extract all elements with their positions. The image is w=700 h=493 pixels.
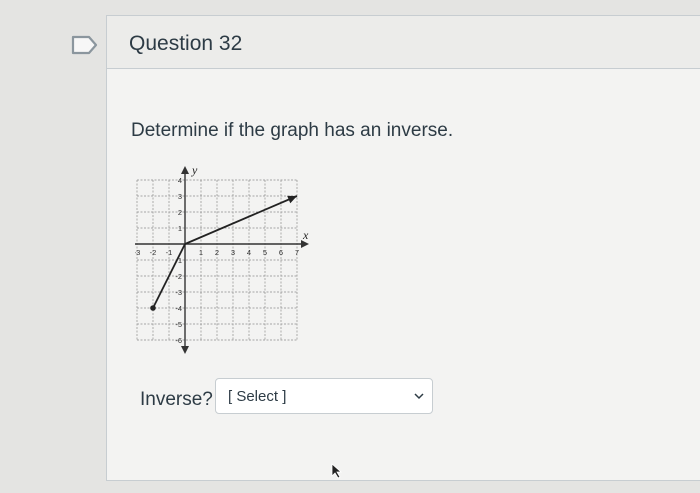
x-tick-label: 7 [295,248,299,257]
chevron-down-icon [414,393,424,400]
question-title: Question 32 [129,32,243,55]
question-card: Question 32 Determine if the graph has a… [106,15,700,481]
inverse-select[interactable]: [ Select ] [215,378,433,414]
inverse-label: Inverse? [140,389,213,410]
y-tick-label: 3 [178,192,182,201]
x-tick-label: 5 [263,248,267,257]
question-header: Question 32 [107,16,700,69]
graph-segment-2 [184,195,298,245]
graph-endpoint-dot [150,305,156,311]
x-tick-label: 2 [215,248,219,257]
x-axis-label: x [302,228,309,242]
y-tick-label: -2 [175,272,182,281]
y-axis-arrow-down [181,346,189,354]
x-tick-label: 4 [247,248,251,257]
y-tick-label: -6 [175,336,182,345]
y-tick-label: 4 [178,176,182,185]
question-prompt: Determine if the graph has an inverse. [131,120,454,141]
function-graph: xy-3-2-112345674321-1-2-3-4-5-6 [135,163,309,354]
bookmark-flag-icon[interactable] [70,34,100,56]
y-tick-label: -5 [175,320,182,329]
select-value: [ Select ] [228,388,287,405]
y-tick-label: 1 [178,224,182,233]
y-axis-label: y [191,163,198,177]
x-tick-label: 6 [279,248,283,257]
x-tick-label: -1 [166,248,173,257]
mouse-pointer-icon [331,463,343,479]
x-tick-label: -2 [150,248,157,257]
x-tick-label: -3 [135,248,140,257]
y-tick-label: 2 [178,208,182,217]
y-axis-arrow-up [181,166,189,174]
y-tick-label: -3 [175,288,182,297]
y-tick-label: -4 [175,304,182,313]
x-tick-label: 1 [199,248,203,257]
x-tick-label: 3 [231,248,235,257]
